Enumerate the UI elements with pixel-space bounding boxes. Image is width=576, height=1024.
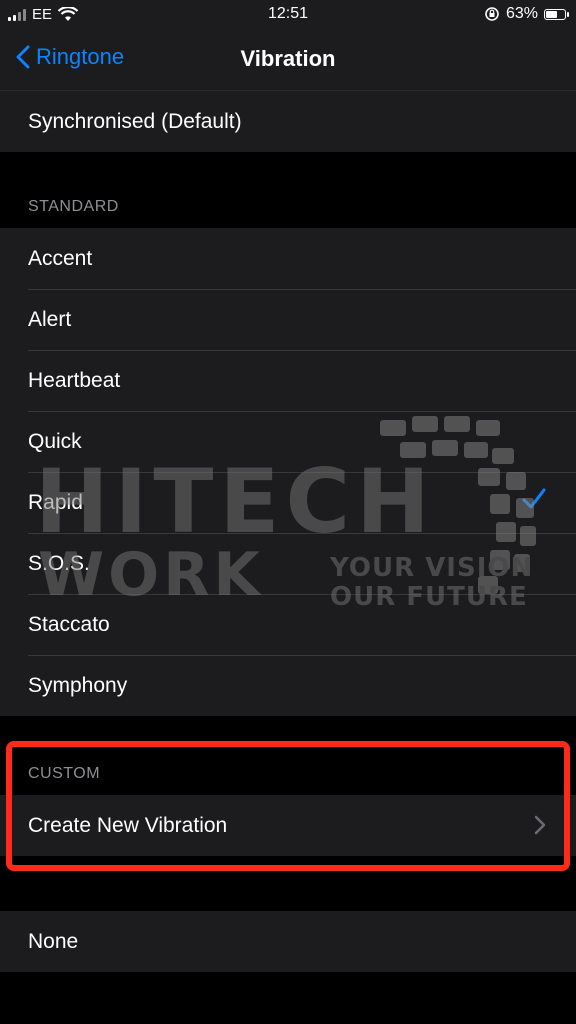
status-bar: EE 12:51 63%	[0, 0, 576, 30]
vibration-option-sos[interactable]: S.O.S.	[0, 533, 576, 594]
vibration-option-staccato[interactable]: Staccato	[0, 594, 576, 655]
option-label: None	[28, 929, 79, 953]
checkmark-icon	[522, 488, 546, 509]
standard-group: Accent Alert Heartbeat Quick Rapid S.O.S…	[0, 228, 576, 716]
battery-percent: 63%	[505, 5, 538, 22]
option-label: Rapid	[28, 490, 83, 514]
vibration-option-alert[interactable]: Alert	[0, 289, 576, 350]
vibration-option-accent[interactable]: Accent	[0, 228, 576, 289]
option-label: Symphony	[28, 673, 128, 697]
status-right: 63%	[484, 5, 569, 23]
page-title: Vibration	[240, 46, 336, 71]
standard-section-header: STANDARD	[28, 198, 119, 215]
vibration-option-synchronised[interactable]: Synchronised (Default)	[0, 91, 576, 152]
default-group: Synchronised (Default)	[0, 91, 576, 152]
vibration-option-rapid[interactable]: Rapid	[0, 472, 576, 533]
option-label: Quick	[28, 429, 82, 453]
battery-icon	[544, 8, 569, 20]
nav-bar: Ringtone Vibration	[0, 30, 576, 91]
vibration-option-quick[interactable]: Quick	[0, 411, 576, 472]
option-label: S.O.S.	[28, 551, 90, 575]
option-label: Accent	[28, 246, 93, 270]
option-label: Staccato	[28, 612, 110, 636]
option-label: Synchronised (Default)	[28, 109, 242, 133]
none-group: None	[0, 911, 576, 972]
battery-fill	[546, 10, 557, 18]
vibration-option-none[interactable]: None	[0, 911, 576, 972]
highlight-box	[6, 741, 570, 871]
option-label: Heartbeat	[28, 368, 121, 392]
vibration-option-symphony[interactable]: Symphony	[0, 655, 576, 716]
vibration-option-heartbeat[interactable]: Heartbeat	[0, 350, 576, 411]
option-label: Alert	[28, 307, 72, 331]
orientation-lock-icon	[485, 7, 499, 21]
